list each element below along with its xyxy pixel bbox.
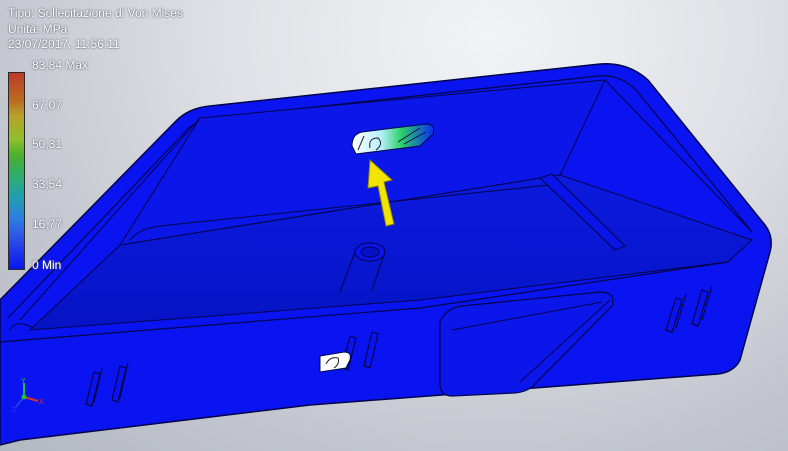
stress-color-legend — [8, 72, 25, 270]
result-info: Tipo: Sollecitazione di Von Mises Unità:… — [8, 6, 183, 53]
result-unit: Unità: MPa — [8, 21, 68, 36]
graphics-viewport[interactable]: Tipo: Sollecitazione di Von Mises Unità:… — [0, 0, 788, 451]
boss-hole — [360, 246, 380, 258]
legend-label-max: 83,84 Max — [32, 58, 89, 72]
result-type: Tipo: Sollecitazione di Von Mises — [8, 6, 183, 20]
legend-label-4: 33,54 — [32, 177, 63, 191]
triad-y-label: Y — [21, 378, 26, 385]
legend-label-min: 0 Min — [32, 258, 62, 272]
legend-label-2: 67,07 — [32, 98, 63, 112]
triad-z-label: Z — [12, 407, 17, 413]
triad-origin — [21, 394, 27, 400]
view-triad[interactable]: Y X Z — [12, 377, 52, 413]
legend-label-3: 50,31 — [32, 137, 63, 151]
triad-x-label: X — [39, 399, 44, 406]
legend-label-5: 16,77 — [32, 217, 63, 231]
result-timestamp: 23/07/2017, 11:56:11 — [8, 37, 120, 51]
stress-model-view[interactable] — [0, 0, 788, 451]
